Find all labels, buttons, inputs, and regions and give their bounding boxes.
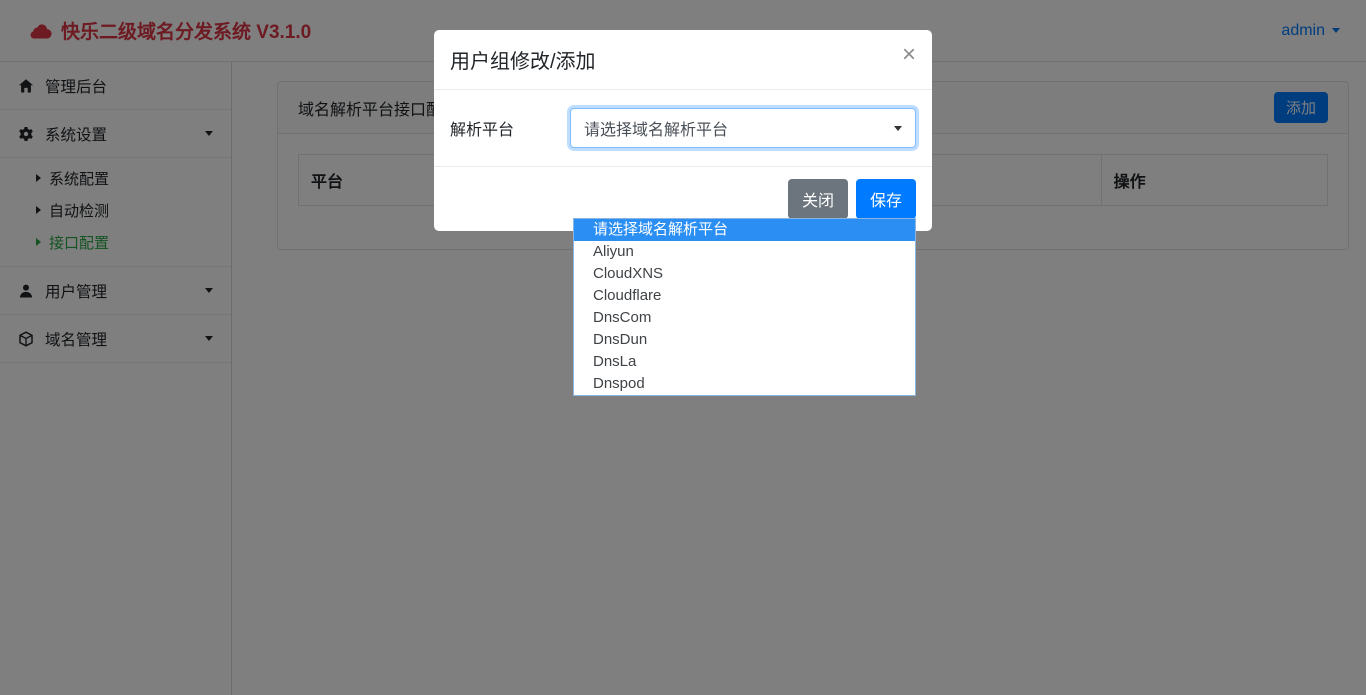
close-icon[interactable]: × [902, 45, 916, 65]
platform-dropdown-list: 请选择域名解析平台 Aliyun CloudXNS Cloudflare Dns… [573, 218, 916, 396]
modal-title: 用户组修改/添加 [450, 45, 596, 74]
select-arrow-icon [894, 126, 902, 131]
dropdown-option[interactable]: Dnspod [574, 373, 915, 395]
dropdown-option[interactable]: DnsLa [574, 351, 915, 373]
platform-select-label: 解析平台 [450, 116, 570, 140]
platform-select[interactable]: 请选择域名解析平台 [570, 108, 916, 148]
dropdown-option[interactable]: Aliyun [574, 241, 915, 263]
dropdown-option[interactable]: Cloudflare [574, 285, 915, 307]
modal-body: 解析平台 请选择域名解析平台 [434, 90, 932, 166]
platform-select-value: 请选择域名解析平台 [584, 116, 728, 140]
dropdown-option[interactable]: DnsCom [574, 307, 915, 329]
dropdown-option[interactable]: 请选择域名解析平台 [574, 219, 915, 241]
close-button[interactable]: 关闭 [788, 179, 848, 219]
platform-form-row: 解析平台 请选择域名解析平台 [450, 108, 916, 148]
save-button[interactable]: 保存 [856, 179, 916, 219]
user-group-modal: 用户组修改/添加 × 解析平台 请选择域名解析平台 关闭 保存 [434, 30, 932, 231]
dropdown-option[interactable]: DnsDun [574, 329, 915, 351]
modal-header: 用户组修改/添加 × [434, 30, 932, 90]
dropdown-option[interactable]: CloudXNS [574, 263, 915, 285]
